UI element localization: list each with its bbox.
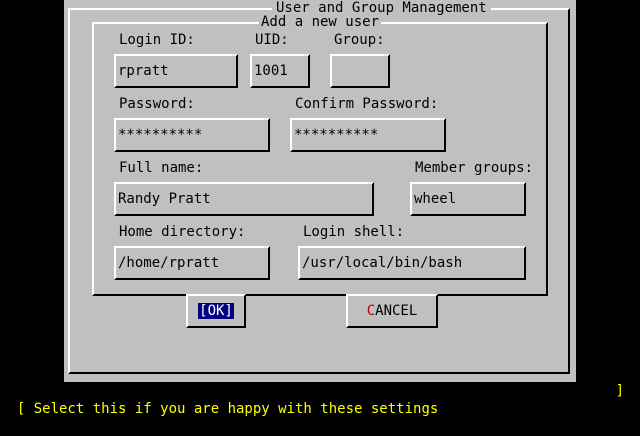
status-line: [ Select this if you are happy with thes… [0, 382, 640, 417]
confirm-password-label: Confirm Password: [295, 96, 439, 112]
password-label: Password: [119, 96, 195, 112]
full-name-field[interactable]: Randy Pratt [114, 182, 374, 216]
login-shell-field[interactable]: /usr/local/bin/bash [298, 246, 526, 280]
uid-field[interactable]: 1001 [250, 54, 310, 88]
group-field[interactable] [330, 54, 390, 88]
home-directory-field[interactable]: /home/rpratt [114, 246, 270, 280]
login-id-field[interactable]: rpratt [114, 54, 238, 88]
login-id-label: Login ID: [119, 32, 195, 48]
member-groups-field[interactable]: wheel [410, 182, 526, 216]
cancel-button[interactable]: CANCEL [346, 294, 438, 328]
ok-button[interactable]: [OK] [186, 294, 246, 328]
user-group-dialog: User and Group Management Add a new user… [64, 0, 576, 382]
uid-label: UID: [255, 32, 289, 48]
member-groups-label: Member groups: [415, 160, 534, 176]
home-directory-label: Home directory: [119, 224, 246, 240]
password-field[interactable]: ********** [114, 118, 270, 152]
confirm-password-field[interactable]: ********** [290, 118, 446, 152]
cancel-hotkey: C [366, 303, 376, 319]
ok-button-label: [OK] [198, 303, 234, 319]
group-box-title: Add a new user [259, 14, 382, 30]
group-label: Group: [334, 32, 385, 48]
full-name-label: Full name: [119, 160, 204, 176]
cancel-button-label: ANCEL [375, 303, 418, 319]
login-shell-label: Login shell: [303, 224, 405, 240]
status-help-text: [ Select this if you are happy with thes… [16, 401, 439, 417]
status-bracket-right: ] [615, 383, 624, 399]
